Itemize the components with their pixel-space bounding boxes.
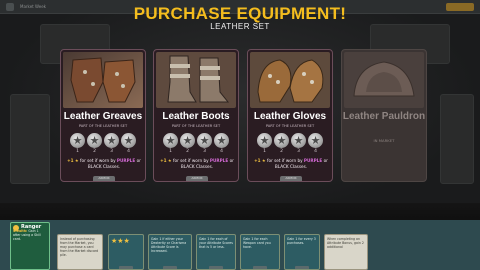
star-icon: ★ <box>121 133 136 148</box>
bonus-class-black: BLACK Classes. <box>274 163 308 169</box>
star-rating: ★ ★ ★ ★ <box>154 133 238 148</box>
bonus-class-black: BLACK Classes. <box>87 163 121 169</box>
class-icon <box>13 225 19 231</box>
star-icon: ★ <box>180 133 195 148</box>
star-icon: ★ <box>291 133 306 148</box>
card-name: Leather Pauldron <box>342 111 426 122</box>
pauldron-art <box>344 52 424 108</box>
hand-card[interactable]: Gain 1 for each of your Attribute Scores… <box>196 234 236 270</box>
star-icon: ★ <box>308 133 323 148</box>
bonus-desc: for set if worn by <box>80 158 116 163</box>
bonus-class-black: BLACK Classes. <box>180 163 214 169</box>
level-number: 3 <box>203 149 206 154</box>
greaves-art <box>63 52 143 108</box>
hand-card[interactable]: When completing an Attribute Bonus, gain… <box>324 234 368 270</box>
bonus-desc: for set if worn by <box>173 158 209 163</box>
card-subtitle: PART OF THE LEATHER SET <box>265 124 315 128</box>
card-name: Leather Greaves <box>63 111 143 122</box>
set-bonus-text: +1 ★ for set if worn by PURPLE or BLACK … <box>254 158 328 169</box>
hand-card-text: When completing an Attribute Bonus, gain… <box>327 237 364 249</box>
hand-card[interactable]: Gain 1 for every 3 purchases. <box>284 234 320 270</box>
hand-card-text: Gain 1 for each of your Attribute Scores… <box>199 237 233 249</box>
hand-card-badge <box>253 266 267 269</box>
level-number: 4 <box>127 149 130 154</box>
bonus-or: or <box>229 158 234 163</box>
hand-card-badge <box>209 266 223 269</box>
level-number: 2 <box>280 149 283 154</box>
star-rating: ★ ★ ★ ★ <box>61 133 145 148</box>
set-bonus-text: +1 ★ for set if worn by PURPLE or BLACK … <box>160 158 234 169</box>
star-icon: ★★★ <box>111 237 130 245</box>
hand-card-text: Gain 1 for each Weapon card you have. <box>243 237 271 249</box>
level-number: 2 <box>93 149 96 154</box>
hand-card-badge <box>119 266 133 269</box>
bonus-class-purple: PURPLE <box>303 158 323 163</box>
level-number: 3 <box>297 149 300 154</box>
bonus-amount: +1 <box>67 158 74 163</box>
in-market-label: IN MARKET <box>373 138 395 143</box>
star-icon: ★ <box>104 133 119 148</box>
set-bonus-text: +1 ★ for set if worn by PURPLE or BLACK … <box>67 158 141 169</box>
bonus-desc: for set if worn by <box>267 158 303 163</box>
card-type-badge: ARMOR <box>93 176 115 181</box>
star-icon: ★ <box>214 133 229 148</box>
equipment-card-boots[interactable]: Leather Boots PART OF THE LEATHER SET ★ … <box>153 49 239 182</box>
level-numbers: 1 2 3 4 <box>248 149 332 154</box>
star-icon: ★ <box>197 133 212 148</box>
class-ability-text-b: after using a Skill card. <box>13 233 41 241</box>
hand-card[interactable]: Gain 1 for each Weapon card you have. <box>240 234 280 270</box>
star-icon: ★ <box>74 158 79 163</box>
star-icon: ★ <box>70 133 85 148</box>
card-name: Leather Boots <box>162 111 230 122</box>
star-icon: ★ <box>274 133 289 148</box>
hand-card-text: Gain 1 if either your Dexterity or Chari… <box>151 237 187 253</box>
hand-card[interactable]: Instead of purchasing from the Market, y… <box>57 234 103 270</box>
star-icon: ★ <box>261 158 266 163</box>
level-number: 3 <box>110 149 113 154</box>
purchase-banner-text: PURCHASE EQUIPMENT! <box>133 4 347 23</box>
star-icon: ★ <box>167 158 172 163</box>
hand-card-badge <box>295 266 309 269</box>
level-number: 1 <box>169 149 172 154</box>
star-icon: ★ <box>257 133 272 148</box>
hand-card-text: Gain 1 for every 3 purchases. <box>287 237 316 245</box>
equipment-card-gloves[interactable]: Leather Gloves PART OF THE LEATHER SET ★… <box>247 49 333 182</box>
equipment-card-pauldron[interactable]: Leather Pauldron IN MARKET <box>341 49 427 182</box>
card-subtitle: PART OF THE LEATHER SET <box>171 124 221 128</box>
bonus-class-purple: PURPLE <box>209 158 229 163</box>
level-numbers: 1 2 3 4 <box>61 149 145 154</box>
hand-card[interactable]: ★★★ <box>108 234 144 270</box>
class-card-ranger[interactable]: Ranger Stealth: Gain 1 after using a Ski… <box>10 222 50 270</box>
gloves-art <box>250 52 330 108</box>
hand-card[interactable]: Gain 1 if either your Dexterity or Chari… <box>148 234 192 270</box>
bonus-amount: +1 <box>254 158 261 163</box>
level-number: 2 <box>186 149 189 154</box>
star-rating: ★ ★ ★ ★ <box>248 133 332 148</box>
bonus-or: or <box>136 158 141 163</box>
card-subtitle: PART OF THE LEATHER SET <box>78 124 128 128</box>
equipment-card-greaves[interactable]: Leather Greaves PART OF THE LEATHER SET … <box>60 49 146 182</box>
level-number: 4 <box>220 149 223 154</box>
level-number: 1 <box>76 149 79 154</box>
level-number: 1 <box>263 149 266 154</box>
board-tile <box>440 94 474 184</box>
level-numbers: 1 2 3 4 <box>154 149 238 154</box>
level-number: 4 <box>314 149 317 154</box>
hand-card-text: Instead of purchasing from the Market, y… <box>60 237 99 257</box>
bonus-amount: +1 <box>160 158 167 163</box>
card-type-badge: ARMOR <box>186 176 208 181</box>
star-icon: ★ <box>163 133 178 148</box>
bonus-class-purple: PURPLE <box>116 158 136 163</box>
boots-art <box>156 52 236 108</box>
card-name: Leather Gloves <box>253 111 327 122</box>
board-tile <box>10 94 50 184</box>
hand-card-badge <box>163 266 177 269</box>
bonus-or: or <box>323 158 328 163</box>
card-type-badge: ARMOR <box>280 176 302 181</box>
star-icon: ★ <box>87 133 102 148</box>
